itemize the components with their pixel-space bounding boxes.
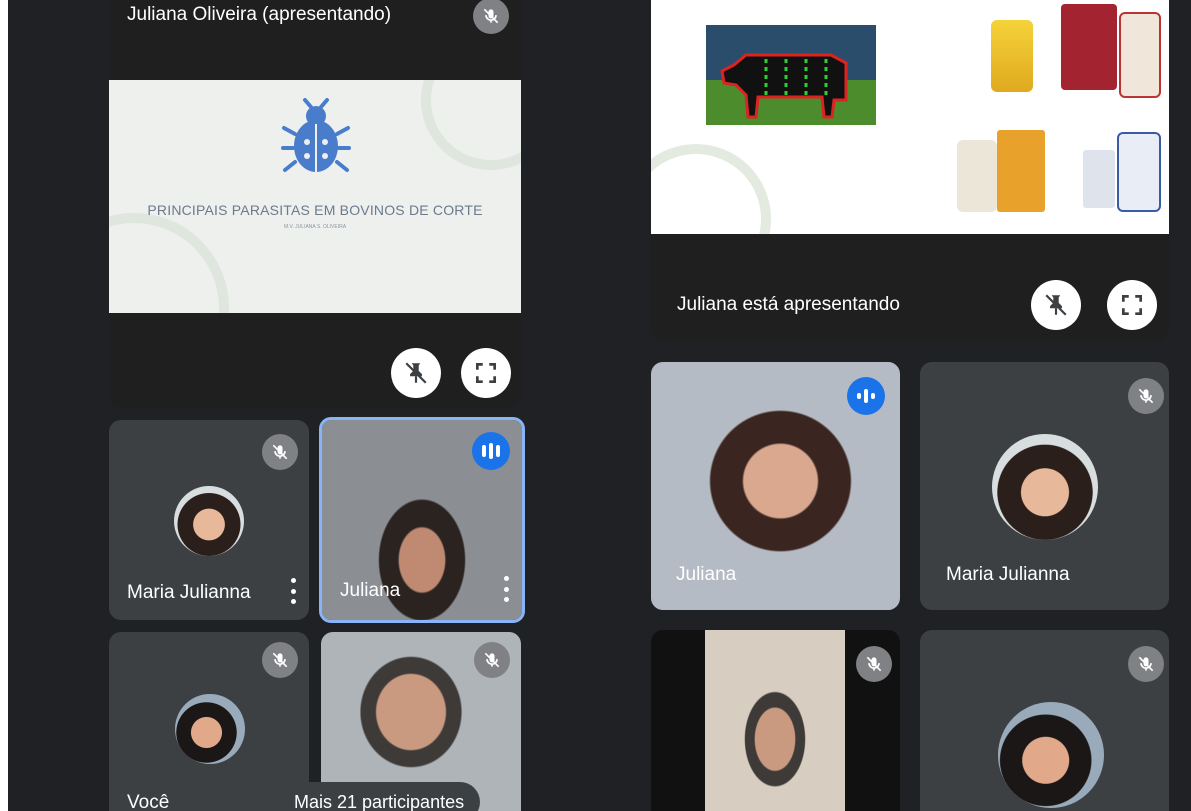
- speaking-indicator-icon: [847, 377, 885, 415]
- bug-icon: [281, 98, 351, 172]
- product-image: [1083, 150, 1115, 208]
- product-image: [991, 20, 1033, 92]
- participant-video: [705, 630, 845, 811]
- mic-off-icon: [262, 434, 298, 470]
- unpin-button[interactable]: [391, 348, 441, 398]
- product-image: [1061, 4, 1117, 90]
- slide-subtitle: M.V. JULIANA S. OLIVEIRA: [283, 224, 347, 230]
- product-image: [1117, 132, 1161, 212]
- participant-tile[interactable]: Maria Julianna: [109, 420, 309, 620]
- more-participants-label: Mais 21 participantes: [294, 791, 465, 811]
- avatar: [175, 694, 245, 764]
- participant-name: Juliana: [340, 580, 401, 601]
- unpin-icon: [1045, 294, 1067, 316]
- participant-name: Maria Julianna: [946, 564, 1070, 585]
- participant-tile[interactable]: Juliana: [651, 362, 900, 610]
- meeting-grid: Juliana Oliveira (apresentando) PRINCIPA…: [8, 0, 1191, 811]
- participant-tile[interactable]: Juliana: [319, 417, 525, 623]
- fullscreen-icon: [475, 362, 497, 384]
- more-participants-pill[interactable]: Mais 21 participantes: [278, 782, 481, 811]
- slide-preview: PRINCIPAIS PARASITAS EM BOVINOS DE CORTE…: [109, 80, 521, 313]
- presenter-title: Juliana Oliveira (apresentando): [127, 4, 392, 25]
- more-options-icon[interactable]: [502, 576, 510, 602]
- avatar: [998, 702, 1104, 808]
- speaking-indicator-icon: [472, 432, 510, 470]
- participant-tile[interactable]: [920, 630, 1169, 811]
- product-image: [997, 130, 1045, 212]
- mic-off-icon: [262, 642, 298, 678]
- participant-tile[interactable]: [651, 630, 900, 811]
- mic-off-icon: [1128, 646, 1164, 682]
- shared-screen-tile[interactable]: Juliana está apresentando: [651, 0, 1169, 341]
- participant-tile[interactable]: Maria Julianna: [920, 362, 1169, 610]
- mic-off-icon: [473, 0, 509, 34]
- participant-name: Maria Julianna: [127, 582, 251, 603]
- cattle-image: [706, 25, 876, 125]
- participant-name: Você: [127, 792, 170, 811]
- slide-decor-arc: [421, 80, 521, 170]
- fullscreen-button[interactable]: [1107, 280, 1157, 330]
- fullscreen-icon: [1121, 294, 1143, 316]
- slide-title: PRINCIPAIS PARASITAS EM BOVINOS DE CORTE: [147, 202, 483, 218]
- mic-off-icon: [1128, 378, 1164, 414]
- participant-name: Juliana: [676, 564, 737, 585]
- shared-slide: [651, 0, 1169, 234]
- more-options-icon[interactable]: [289, 578, 297, 604]
- unpin-icon: [405, 362, 427, 384]
- participant-tile[interactable]: Você: [109, 632, 309, 811]
- mic-off-icon: [856, 646, 892, 682]
- presenting-caption: Juliana está apresentando: [677, 294, 900, 315]
- avatar: [992, 434, 1098, 540]
- avatar: [174, 486, 244, 556]
- mic-off-icon: [474, 642, 510, 678]
- fullscreen-button[interactable]: [461, 348, 511, 398]
- unpin-button[interactable]: [1031, 280, 1081, 330]
- slide-decor-arc: [651, 144, 771, 234]
- presentation-tile[interactable]: Juliana Oliveira (apresentando) PRINCIPA…: [109, 0, 521, 408]
- product-image: [1119, 12, 1161, 98]
- product-image: [957, 140, 997, 212]
